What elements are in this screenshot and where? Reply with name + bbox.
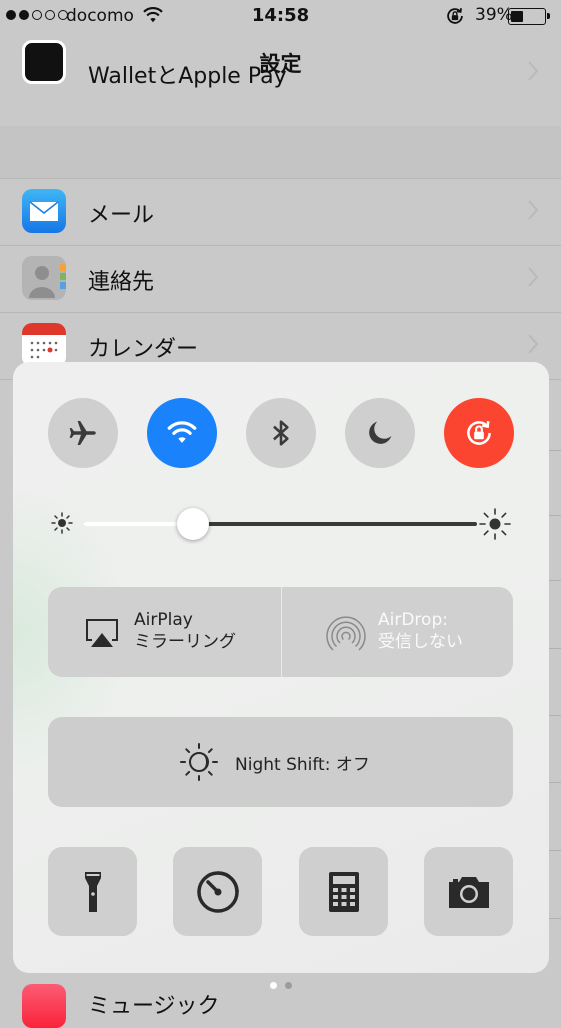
wifi-icon (167, 421, 197, 443)
list-item-label: 連絡先 (88, 270, 155, 295)
page-dot[interactable] (284, 982, 292, 989)
bluetooth-toggle[interactable] (246, 398, 316, 468)
divider (547, 715, 561, 716)
list-item-label: WalletとApple Pay (88, 64, 287, 89)
brightness-thumb[interactable] (177, 508, 210, 540)
calculator-icon (328, 871, 359, 912)
airplay-mirroring-button[interactable]: AirPlay ミラーリング (48, 587, 280, 677)
list-item-label: ミュージック (88, 994, 220, 1019)
sharing-controls: AirPlay ミラーリング AirDrop: 受信しない (48, 587, 513, 677)
list-item-label: メール (88, 203, 155, 228)
wallet-icon (22, 40, 66, 84)
airplay-label: AirPlay (134, 610, 193, 630)
wifi-toggle[interactable] (147, 398, 217, 468)
list-item[interactable]: WalletとApple Pay (0, 40, 561, 127)
airdrop-label: AirDrop: (378, 610, 448, 630)
chevron-right-icon (528, 267, 539, 287)
section-gap (0, 126, 561, 179)
brightness-slider[interactable] (47, 502, 513, 546)
calendar-icon (22, 323, 66, 367)
night-shift-icon (180, 743, 218, 781)
night-shift-label: Night Shift: オフ (235, 755, 370, 775)
rotation-lock-icon (447, 8, 463, 24)
control-center: AirPlay ミラーリング AirDrop: 受信しない Night Shif… (13, 362, 549, 973)
music-icon (22, 984, 66, 1028)
do-not-disturb-toggle[interactable] (345, 398, 415, 468)
battery-icon (508, 8, 550, 25)
brightness-low-icon (51, 512, 73, 534)
list-item-label: カレンダー (88, 337, 199, 362)
bluetooth-icon (273, 420, 289, 446)
airdrop-icon (326, 616, 366, 651)
airplay-sublabel: ミラーリング (134, 632, 236, 652)
camera-button[interactable] (424, 847, 513, 936)
camera-icon (448, 876, 489, 908)
airplane-mode-toggle[interactable] (48, 398, 118, 468)
airplane-icon (69, 420, 96, 446)
brightness-high-icon (479, 508, 511, 540)
list-item[interactable]: 連絡先 (0, 246, 561, 313)
page-indicator[interactable] (0, 982, 561, 989)
timer-icon (196, 870, 239, 913)
rotation-lock-toggle[interactable] (444, 398, 514, 468)
divider (547, 850, 561, 851)
airdrop-button[interactable]: AirDrop: 受信しない (281, 587, 513, 677)
airdrop-sublabel: 受信しない (378, 632, 463, 652)
mail-icon (22, 189, 66, 233)
divider (547, 782, 561, 783)
divider (547, 648, 561, 649)
divider (547, 515, 561, 516)
timer-button[interactable] (173, 847, 262, 936)
calculator-button[interactable] (299, 847, 388, 936)
chevron-right-icon (528, 334, 539, 354)
chevron-right-icon (528, 61, 539, 81)
rotation-lock-icon (467, 420, 491, 445)
chevron-right-icon (528, 200, 539, 220)
status-bar: docomo 14:58 39% (0, 0, 561, 34)
airplay-icon (86, 619, 118, 647)
flashlight-icon (84, 871, 101, 912)
flashlight-button[interactable] (48, 847, 137, 936)
moon-icon (369, 421, 392, 444)
divider (547, 580, 561, 581)
night-shift-button[interactable]: Night Shift: オフ (48, 717, 513, 807)
contacts-icon (22, 256, 66, 300)
page-dot[interactable] (269, 982, 277, 989)
divider (547, 450, 561, 451)
list-item[interactable]: メール (0, 179, 561, 246)
